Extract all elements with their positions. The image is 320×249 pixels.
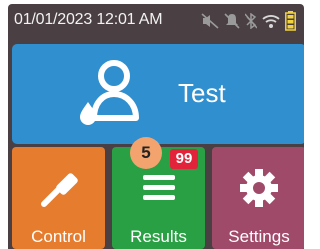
wifi-icon bbox=[262, 14, 280, 29]
list-icon bbox=[141, 167, 177, 212]
bluetooth-off-icon bbox=[245, 13, 257, 29]
status-icons bbox=[201, 11, 296, 31]
results-count-badge: 99 bbox=[170, 149, 198, 169]
device-screen: 01/01/2023 12:01 AM Test Control Results… bbox=[8, 4, 304, 249]
sound-muted-icon bbox=[201, 13, 219, 29]
battery-icon bbox=[285, 11, 296, 31]
status-bar: 01/01/2023 12:01 AM bbox=[8, 4, 304, 40]
test-label: Test bbox=[178, 78, 226, 108]
annotation-marker: 5 bbox=[130, 137, 162, 169]
datetime: 01/01/2023 12:01 AM bbox=[14, 11, 163, 28]
settings-button[interactable]: Settings bbox=[212, 147, 304, 249]
control-label: Control bbox=[31, 227, 86, 246]
test-button[interactable]: Test bbox=[12, 44, 304, 144]
control-button[interactable]: Control bbox=[12, 147, 105, 249]
results-label: Results bbox=[130, 227, 187, 246]
settings-label: Settings bbox=[228, 227, 290, 246]
alerts-muted-icon bbox=[224, 13, 240, 29]
gear-icon bbox=[238, 167, 280, 214]
user-test-icon bbox=[74, 56, 142, 137]
dropper-icon bbox=[37, 167, 81, 216]
